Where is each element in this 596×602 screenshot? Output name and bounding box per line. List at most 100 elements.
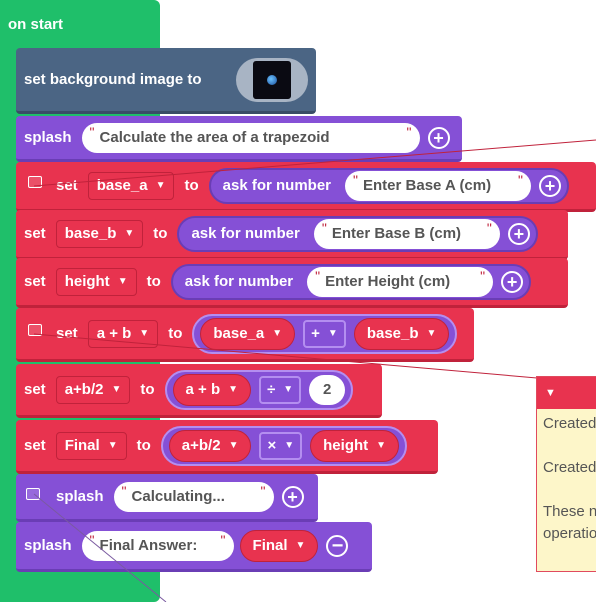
set-keyword: set [56, 325, 78, 342]
operator-dropdown[interactable]: ÷ ▼ [259, 375, 302, 404]
variable-dropdown-base-a[interactable]: base_a ▼ [87, 171, 175, 200]
chevron-down-icon: ▼ [228, 440, 239, 451]
quote-close-icon: " [260, 482, 266, 499]
ask-for-number-label: ask for number [191, 225, 300, 242]
variable-reporter-base-a[interactable]: base_a ▼ [200, 317, 296, 350]
chevron-down-icon: ▼ [155, 180, 166, 191]
ask-for-number-label: ask for number [184, 273, 294, 290]
comment-text-line: Created [543, 459, 596, 476]
variable-name: a + b [96, 325, 132, 342]
addition-expression[interactable]: base_a ▼ + ▼ base_b ▼ [192, 313, 458, 354]
prompt-text: Enter Base B (cm) [331, 225, 462, 242]
number-value: 2 [323, 381, 332, 398]
splash-block-3[interactable]: splash " Final Answer: " Final ▼ − [16, 522, 372, 572]
chevron-down-icon: ▼ [124, 228, 135, 239]
comment-panel-header[interactable]: ▼ [537, 377, 596, 409]
set-keyword: set [24, 225, 46, 242]
set-keyword: set [56, 177, 78, 194]
quote-close-icon: " [406, 123, 412, 140]
chevron-down-icon: ▼ [139, 328, 150, 339]
chevron-down-icon: ▼ [426, 328, 437, 339]
quote-close-icon: " [518, 171, 524, 188]
variable-name: base_b [366, 325, 419, 342]
quote-open-icon: " [321, 219, 327, 236]
quote-open-icon: " [353, 171, 358, 188]
multiplication-expression[interactable]: a+b/2 ▼ × ▼ height ▼ [160, 425, 408, 466]
set-final-block[interactable]: set Final ▼ to a+b/2 ▼ × ▼ height ▼ [16, 420, 438, 474]
variable-dropdown-base-b[interactable]: base_b ▼ [55, 219, 144, 248]
operator-dropdown[interactable]: × ▼ [259, 431, 303, 460]
comment-text-line: operatio [543, 525, 596, 542]
earth-image-icon [253, 60, 291, 99]
set-base-a-block[interactable]: set base_a ▼ to ask for number " Enter B… [16, 162, 596, 212]
variable-reporter-a-plus-b[interactable]: a + b ▼ [172, 373, 252, 406]
variable-dropdown-final[interactable]: Final ▼ [55, 431, 127, 460]
ask-for-number-block[interactable]: ask for number " Enter Height (cm) " + [170, 263, 532, 300]
prompt-text: Enter Height (cm) [325, 273, 451, 290]
collapse-chevron-icon[interactable]: ▼ [545, 387, 556, 399]
variable-reporter-height[interactable]: height ▼ [310, 429, 400, 462]
chevron-down-icon: ▼ [117, 276, 128, 287]
variable-name: Final [252, 537, 288, 554]
ask-for-number-block[interactable]: ask for number " Enter Base B (cm) " + [177, 215, 538, 252]
add-argument-plus-icon[interactable]: + [539, 174, 562, 197]
variable-name: height [323, 437, 369, 454]
comment-icon[interactable] [28, 176, 42, 188]
quote-open-icon: " [89, 123, 95, 140]
comment-icon[interactable] [28, 324, 42, 336]
variable-dropdown-a-plus-b-div-2[interactable]: a+b/2 ▼ [55, 375, 131, 404]
set-background-image-block[interactable]: set background image to [16, 48, 316, 114]
comment-icon[interactable] [26, 488, 40, 500]
splash-keyword: splash [56, 488, 104, 505]
operator-dropdown[interactable]: + ▼ [303, 319, 346, 348]
variable-dropdown-a-plus-b[interactable]: a + b ▼ [87, 319, 159, 348]
to-keyword: to [146, 273, 161, 290]
splash-block-2[interactable]: splash " Calculating... " + [16, 474, 318, 522]
quote-open-icon: " [89, 531, 95, 548]
variable-name: a + b [185, 381, 221, 398]
variable-name: base_a [213, 325, 265, 342]
set-a-plus-b-div-2-block[interactable]: set a+b/2 ▼ to a + b ▼ ÷ ▼ 2 [16, 364, 382, 418]
chevron-down-icon: ▼ [107, 440, 118, 451]
set-background-label: set background image to [24, 71, 202, 88]
ask-for-number-block[interactable]: ask for number " Enter Base A (cm) " + [208, 167, 570, 204]
chevron-down-icon: ▼ [111, 384, 122, 395]
comment-text-line: Created [543, 415, 596, 432]
set-base-b-block[interactable]: set base_b ▼ to ask for number " Enter B… [16, 210, 568, 260]
splash-text-input[interactable]: " Calculating... " [113, 481, 274, 512]
add-argument-plus-icon[interactable]: + [507, 222, 530, 245]
set-height-block[interactable]: set height ▼ to ask for number " Enter H… [16, 258, 568, 308]
set-keyword: set [24, 273, 46, 290]
comment-text-line: These n [543, 503, 596, 520]
comment-panel[interactable]: ▼ Created Created These n operatio [536, 376, 596, 572]
variable-dropdown-height[interactable]: height ▼ [55, 267, 137, 296]
quote-close-icon: " [480, 267, 486, 284]
splash-block-1[interactable]: splash " Calculate the area of a trapezo… [16, 116, 462, 162]
add-argument-plus-icon[interactable]: + [501, 270, 524, 293]
splash-text-input[interactable]: " Final Answer: " [81, 530, 234, 561]
image-picker[interactable] [236, 57, 308, 102]
variable-name: Final [64, 437, 100, 454]
ask-for-number-label: ask for number [222, 177, 332, 194]
to-keyword: to [153, 225, 168, 242]
variable-reporter-final[interactable]: Final ▼ [239, 529, 319, 562]
add-argument-plus-icon[interactable]: + [281, 485, 304, 508]
variable-reporter-a-plus-b-div-2[interactable]: a+b/2 ▼ [168, 429, 252, 462]
splash-text-input[interactable]: " Calculate the area of a trapezoid " [81, 122, 420, 153]
operator-symbol: ÷ [267, 381, 276, 398]
remove-argument-minus-icon[interactable]: − [326, 534, 349, 557]
prompt-text-input[interactable]: " Enter Base B (cm) " [313, 218, 500, 249]
to-keyword: to [184, 177, 199, 194]
operator-symbol: + [311, 325, 320, 342]
prompt-text-input[interactable]: " Enter Height (cm) " [307, 266, 494, 297]
set-keyword: set [24, 381, 46, 398]
chevron-down-icon: ▼ [284, 440, 295, 451]
add-argument-plus-icon[interactable]: + [427, 126, 450, 149]
set-a-plus-b-block[interactable]: set a + b ▼ to base_a ▼ + ▼ base_b ▼ [16, 308, 474, 362]
division-expression[interactable]: a + b ▼ ÷ ▼ 2 [164, 369, 354, 410]
variable-reporter-base-b[interactable]: base_b ▼ [353, 317, 450, 350]
chevron-down-icon: ▼ [228, 384, 239, 395]
prompt-text-input[interactable]: " Enter Base A (cm) " [345, 170, 532, 201]
number-input[interactable]: 2 [309, 374, 346, 405]
variable-name: a+b/2 [181, 437, 221, 454]
